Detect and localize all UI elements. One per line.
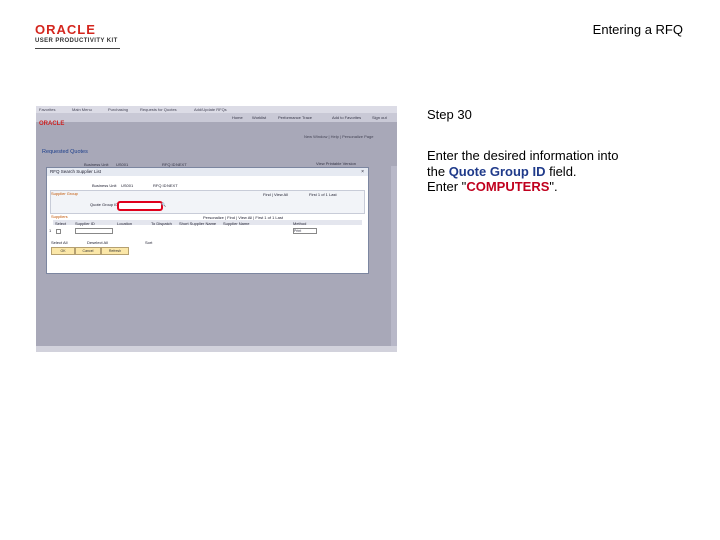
menu-favorites[interactable]: Favorites [39,107,55,112]
sort-label: Sort [145,240,153,245]
line3-pre: Enter " [427,179,467,194]
menu-purchasing[interactable]: Purchasing [108,107,128,112]
quote-group-id-input[interactable] [117,201,163,211]
ok-button[interactable]: OK [51,247,75,255]
vertical-scrollbar[interactable] [391,166,397,346]
supplier-list-modal: RFQ Search Supplier List × Business Unit… [46,167,369,274]
supplier-id-input[interactable] [75,228,113,234]
application-screenshot: Favorites Main Menu Purchasing Requests … [36,106,397,352]
col-to-dispatch: To Dispatch [151,221,172,226]
value-highlight: COMPUTERS [466,179,550,194]
line2-pre: the [427,163,449,179]
col-supplier-id: Supplier ID [75,221,95,226]
logo-divider [35,48,120,49]
group-nav[interactable]: First 1 of 1 Last [309,192,337,197]
nav-home[interactable]: Home [232,115,243,120]
suppliers-label: Suppliers [51,214,68,219]
line2-post: field. [545,163,577,179]
instruction-line-2: the Quote Group ID field. [427,164,687,180]
view-printable-link[interactable]: View Printable Version [316,161,356,166]
modal-rfq-value: NEXT [167,183,178,188]
close-icon[interactable]: × [361,169,364,175]
row-number: 1 [49,228,52,233]
logo-word: ORACLE [35,22,96,37]
nav-sign-out[interactable]: Sign out [372,115,387,120]
supplier-group-label: Supplier Group [51,191,78,196]
col-location: Location [117,221,133,226]
step-label: Step 30 [427,107,472,122]
col-supplier-name: Supplier Name [223,221,250,226]
menu-rfq[interactable]: Requests for Quotes [140,107,177,112]
quote-group-id-label: Quote Group ID [90,202,119,207]
group-find-links[interactable]: Find | View All [263,192,288,197]
modal-title-bar: RFQ Search Supplier List × [47,168,368,176]
page-title: Entering a RFQ [592,22,683,37]
instruction-line-1: Enter the desired information into [427,148,619,163]
col-select: Select [55,221,67,226]
modal-bu-value: US001 [121,183,134,188]
menu-add-update-rfq[interactable]: Add/Update RFQs [194,107,227,112]
oracle-logo: ORACLE USER PRODUCTIVITY KIT [35,22,125,44]
nav-add-favorites[interactable]: Add to Favorites [332,115,361,120]
method-select[interactable]: Print [293,228,317,234]
horizontal-scrollbar[interactable] [36,346,397,352]
section-title: Requested Quotes [42,149,88,155]
select-all-link[interactable]: Select All [51,240,67,245]
modal-rfq-label: RFQ ID [153,183,167,188]
menu-main[interactable]: Main Menu [72,107,92,112]
col-short-name: Short Supplier Name [179,221,217,226]
deselect-all-link[interactable]: Deselect All [87,240,108,245]
nav-worklist[interactable]: Worklist [252,115,266,120]
instruction-line-3: Enter "COMPUTERS". [427,179,687,195]
modal-bu-label: Business Unit [92,183,117,188]
line3-post: ". [549,179,558,194]
lookup-icon[interactable]: 🔍 [161,202,166,207]
logo-subtitle: USER PRODUCTIVITY KIT [35,38,118,44]
col-method: Method [293,221,307,226]
row-select-checkbox[interactable] [56,229,61,234]
field-name-highlight: Quote Group ID [448,163,546,179]
modal-title: RFQ Search Supplier List [50,169,102,174]
top-menu-bar: Favorites Main Menu Purchasing Requests … [36,106,397,113]
step-instructions: Enter the desired information into the Q… [427,148,687,195]
nav-bar: Home Worklist Performance Trace Add to F… [36,113,397,122]
cancel-button[interactable]: Cancel [75,247,101,255]
nav-performance-trace[interactable]: Performance Trace [278,115,312,120]
page-links[interactable]: New Window | Help | Personalize Page [304,134,373,139]
refresh-button[interactable]: Refresh [101,247,129,255]
app-brand: ORACLE [39,121,65,127]
